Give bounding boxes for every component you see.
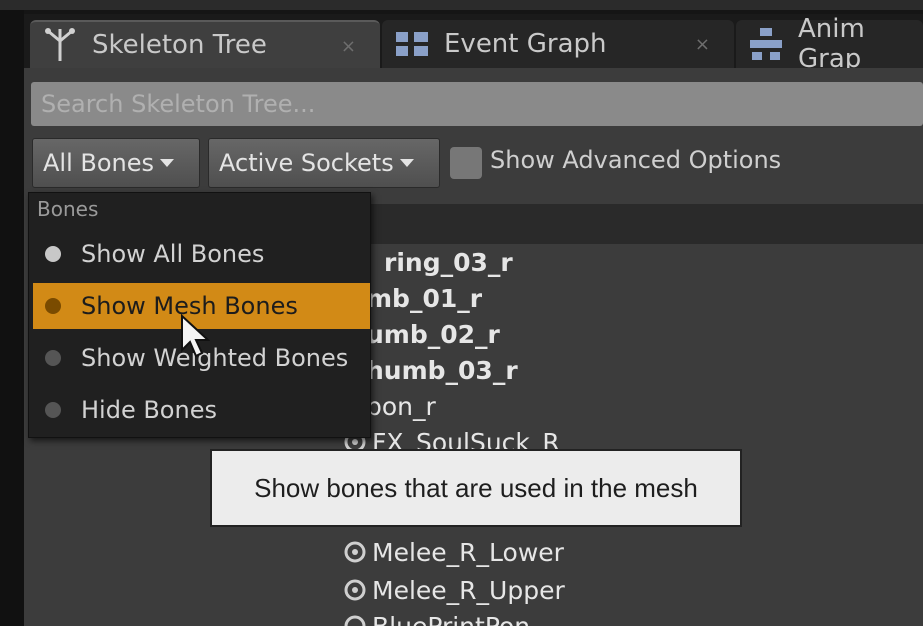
menu-heading: Bones — [37, 197, 99, 221]
window-top-strip — [0, 0, 923, 10]
close-icon[interactable]: × — [695, 34, 710, 55]
radio-dot-icon — [45, 402, 61, 418]
search-input[interactable] — [31, 82, 923, 126]
event-graph-icon — [394, 26, 430, 62]
tree-column-header — [370, 204, 923, 244]
radio-dot-icon — [45, 350, 61, 366]
anim-graph-icon — [748, 26, 784, 62]
tooltip: Show bones that are used in the mesh — [210, 449, 742, 527]
chevron-down-icon — [160, 159, 175, 167]
tree-row[interactable]: ring_03_r — [384, 248, 513, 277]
bones-combo-label: All Bones — [43, 149, 155, 177]
left-gutter — [0, 10, 24, 626]
advanced-options-label: Show Advanced Options — [490, 146, 782, 174]
socket-icon — [342, 539, 368, 565]
tab-skeleton-tree[interactable]: Skeleton Tree × — [30, 20, 380, 68]
socket-icon — [342, 613, 368, 626]
radio-dot-icon — [45, 246, 61, 262]
tab-label: Anim Grap — [798, 14, 865, 74]
tree-row[interactable]: humb_03_r — [366, 356, 518, 385]
tree-row[interactable]: BluePrintPon — [342, 612, 530, 626]
menu-item-hide-bones[interactable]: Hide Bones — [33, 387, 370, 433]
advanced-options-checkbox[interactable] — [450, 147, 482, 179]
mouse-cursor-icon — [181, 314, 210, 358]
tree-row[interactable]: Melee_R_Lower — [342, 538, 564, 567]
sockets-combo-label: Active Sockets — [219, 149, 394, 177]
skeleton-tree-icon — [42, 27, 78, 63]
tree-row[interactable]: FX_SoulSuck_R — [342, 428, 560, 450]
tree-row[interactable]: Melee_R_Upper — [342, 576, 565, 605]
radio-dot-icon — [45, 298, 61, 314]
tab-event-graph[interactable]: Event Graph × — [382, 20, 734, 68]
menu-item-show-all-bones[interactable]: Show All Bones — [33, 231, 370, 277]
tab-bar: Skeleton Tree × Event Graph × Anim Grap — [24, 14, 923, 74]
close-icon[interactable]: × — [341, 36, 356, 57]
sockets-filter-combo[interactable]: Active Sockets — [208, 138, 440, 188]
tree-row[interactable]: umb_02_r — [366, 320, 500, 349]
chevron-down-icon — [399, 159, 414, 167]
bones-filter-combo[interactable]: All Bones — [32, 138, 200, 188]
tree-row[interactable]: pon_r — [366, 392, 436, 421]
tab-label: Skeleton Tree — [92, 30, 267, 60]
tab-label: Event Graph — [444, 29, 607, 59]
socket-icon — [342, 577, 368, 603]
tab-anim-graph[interactable]: Anim Grap — [736, 14, 923, 74]
tree-row[interactable]: mb_01_r — [366, 284, 482, 313]
